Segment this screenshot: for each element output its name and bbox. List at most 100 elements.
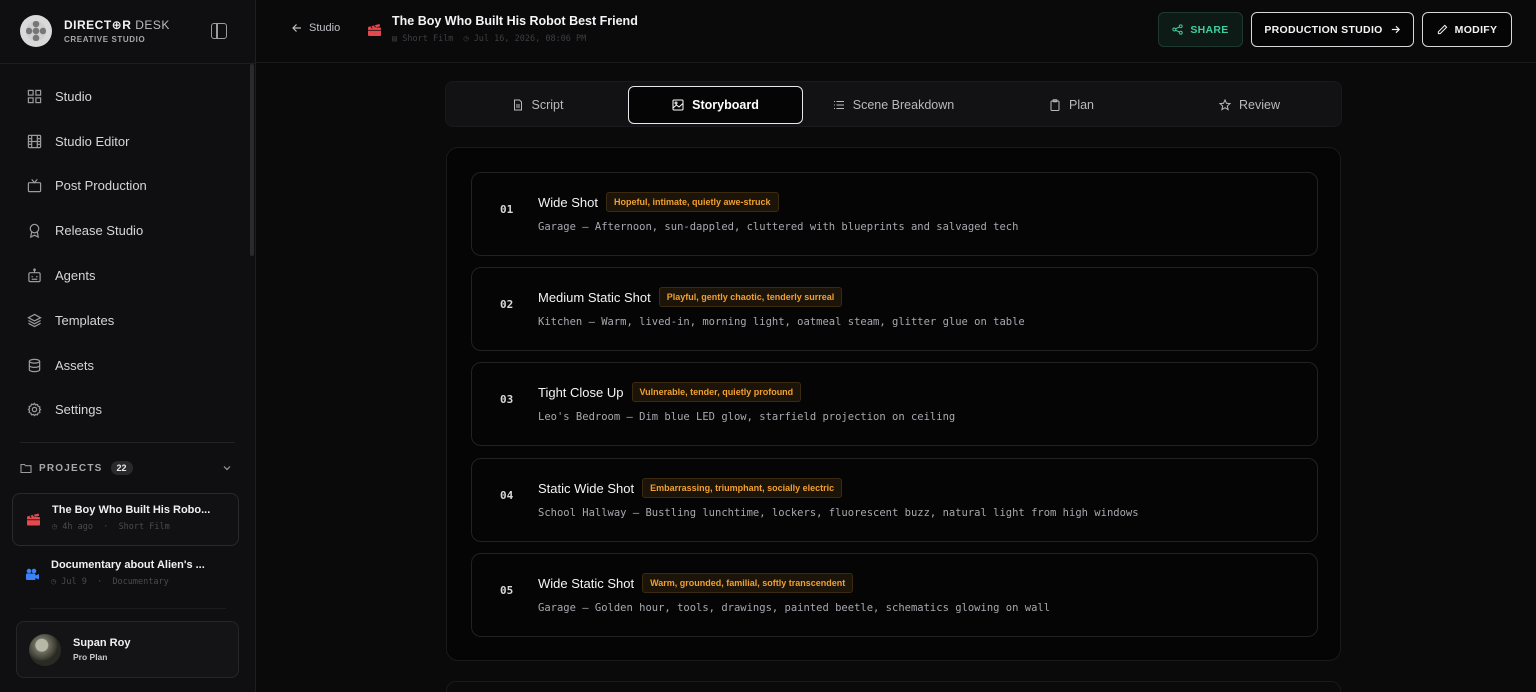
pencil-icon: [1437, 24, 1448, 35]
tab-plan[interactable]: Plan: [984, 86, 1159, 124]
project-time: Jul 9: [61, 577, 87, 587]
sidebar-item-agents[interactable]: Agents: [0, 253, 256, 298]
sidebar-item-label: Settings: [55, 402, 102, 418]
back-label: Studio: [309, 22, 341, 34]
sidebar-item-label: Agents: [55, 268, 96, 284]
project-time: 4h ago: [62, 522, 93, 532]
production-studio-button[interactable]: PRODUCTION STUDIO: [1251, 12, 1414, 47]
shot-header: Wide Static Shot Warm, grounded, familia…: [538, 573, 854, 593]
tab-script[interactable]: Script: [450, 86, 625, 124]
shot-title: Wide Static Shot: [538, 575, 635, 591]
film-reel-logo-icon: [20, 15, 52, 47]
storyboard-panel: 01 Wide Shot Hopeful, intimate, quietly …: [446, 147, 1341, 661]
shot-description: School Hallway — Bustling lunchtime, loc…: [538, 507, 1139, 519]
video-camera-icon: [26, 568, 39, 580]
tv-icon: [26, 178, 42, 194]
mood-badge: Warm, grounded, familial, softly transce…: [642, 573, 854, 593]
sidebar-item-templates[interactable]: Templates: [0, 298, 256, 343]
project-type: Documentary: [112, 577, 169, 587]
sidebar-item-settings[interactable]: Settings: [0, 388, 256, 433]
brand[interactable]: DIRECT⊕R DESK CREATIVE STUDIO: [20, 15, 170, 47]
shot-description: Leo's Bedroom — Dim blue LED glow, starf…: [538, 411, 956, 423]
award-icon: [26, 223, 42, 239]
back-link[interactable]: Studio: [291, 22, 340, 34]
sidebar-item-assets[interactable]: Assets: [0, 343, 256, 388]
film-date-text: Jul 16, 2026, 08:06 PM: [473, 34, 587, 44]
shot-description: Kitchen — Warm, lived-in, morning light,…: [538, 316, 1025, 328]
brand-subtitle: CREATIVE STUDIO: [64, 35, 146, 44]
projects-header[interactable]: PROJECTS 22: [20, 461, 232, 475]
user-name: Supan Roy: [73, 637, 131, 649]
page-title: The Boy Who Built His Robot Best Friend: [392, 14, 638, 28]
avatar: [29, 633, 61, 666]
shot-card[interactable]: 04 Static Wide Shot Embarrassing, triump…: [471, 458, 1318, 542]
sidebar-item-label: Studio Editor: [55, 133, 130, 149]
tab-storyboard[interactable]: Storyboard: [628, 86, 803, 124]
shot-description: Garage — Golden hour, tools, drawings, p…: [538, 602, 1051, 614]
projects-label: PROJECTS: [39, 462, 103, 474]
shot-card[interactable]: 02 Medium Static Shot Playful, gently ch…: [471, 267, 1318, 351]
shot-number: 04: [500, 489, 514, 502]
mood-badge: Vulnerable, tender, quietly profound: [631, 382, 802, 402]
project-item[interactable]: Documentary about Alien's ... ◷ Jul 9 · …: [12, 549, 239, 602]
sidebar-item-release-studio[interactable]: Release Studio: [0, 208, 256, 253]
mood-badge: Playful, gently chaotic, tenderly surrea…: [658, 287, 843, 307]
project-meta: ◷ Jul 9 · Documentary: [51, 577, 169, 587]
shot-number: 05: [500, 584, 514, 597]
project-item[interactable]: The Boy Who Built His Robo... ◷ 4h ago ·…: [12, 493, 239, 546]
sidebar: DIRECT⊕R DESK CREATIVE STUDIO Studio Stu…: [0, 0, 256, 692]
sidebar-toggle-icon[interactable]: [211, 23, 227, 39]
user-card[interactable]: Supan Roy Pro Plan: [16, 621, 239, 678]
shot-card[interactable]: 03 Tight Close Up Vulnerable, tender, qu…: [471, 362, 1318, 446]
modify-button[interactable]: MODIFY: [1422, 12, 1512, 47]
sidebar-item-label: Studio: [55, 88, 92, 104]
shot-title: Tight Close Up: [538, 384, 624, 400]
tab-label: Review: [1239, 98, 1280, 112]
mood-badge: Embarrassing, triumphant, socially elect…: [642, 478, 843, 498]
sidebar-item-studio[interactable]: Studio: [0, 74, 256, 119]
sidebar-item-post-production[interactable]: Post Production: [0, 164, 256, 209]
brand-text: DIRECT⊕R DESK CREATIVE STUDIO: [64, 18, 170, 44]
modify-label: MODIFY: [1454, 23, 1498, 36]
tab-label: Storyboard: [692, 98, 759, 112]
clipboard-icon: [1050, 99, 1060, 111]
production-studio-label: PRODUCTION STUDIO: [1264, 23, 1383, 36]
view-tabs: Script Storyboard Scene Breakdown Plan R…: [445, 81, 1342, 127]
brand-name: DIRECT⊕R DESK: [64, 18, 170, 32]
list-icon: [833, 101, 844, 109]
sidebar-item-label: Templates: [55, 312, 115, 328]
shot-number: 01: [500, 203, 514, 216]
user-plan: Pro Plan: [73, 652, 108, 662]
shot-title: Wide Shot: [538, 194, 598, 210]
grid-icon: [26, 88, 42, 104]
tab-review[interactable]: Review: [1162, 86, 1337, 124]
brand-name-light: DESK: [135, 18, 170, 32]
sidebar-nav: Studio Studio Editor Post Production Rel…: [0, 74, 256, 432]
shot-card[interactable]: 01 Wide Shot Hopeful, intimate, quietly …: [471, 172, 1318, 256]
project-title: The Boy Who Built His Robo...: [52, 504, 211, 516]
image-icon: [672, 99, 684, 111]
tab-label: Script: [531, 98, 564, 112]
film-type: ▤ Short Film: [392, 34, 454, 44]
film-date: ◷ Jul 16, 2026, 08:06 PM: [463, 34, 587, 44]
arrow-right-icon: [1391, 25, 1400, 34]
divider: [0, 63, 255, 64]
shot-description: Garage — Afternoon, sun-dappled, clutter…: [538, 221, 1019, 233]
shot-header: Wide Shot Hopeful, intimate, quietly awe…: [538, 192, 779, 212]
gear-icon: [26, 402, 42, 418]
shot-card[interactable]: 05 Wide Static Shot Warm, grounded, fami…: [471, 553, 1318, 637]
share-icon: [1172, 24, 1184, 35]
tab-label: Plan: [1068, 98, 1095, 112]
film-type-text: Short Film: [402, 34, 454, 44]
shot-number: 02: [500, 298, 514, 311]
chevron-down-icon[interactable]: [222, 463, 232, 473]
sidebar-item-studio-editor[interactable]: Studio Editor: [0, 119, 256, 164]
layers-icon: [26, 312, 42, 328]
mood-badge: Hopeful, intimate, quietly awe-struck: [605, 192, 779, 212]
tab-scene-breakdown[interactable]: Scene Breakdown: [806, 86, 981, 124]
brand-name-bold: DIRECT⊕R: [64, 18, 132, 32]
clapperboard-icon: [368, 24, 381, 36]
share-button[interactable]: SHARE: [1158, 12, 1243, 47]
divider: [30, 608, 226, 609]
database-icon: [26, 357, 42, 373]
